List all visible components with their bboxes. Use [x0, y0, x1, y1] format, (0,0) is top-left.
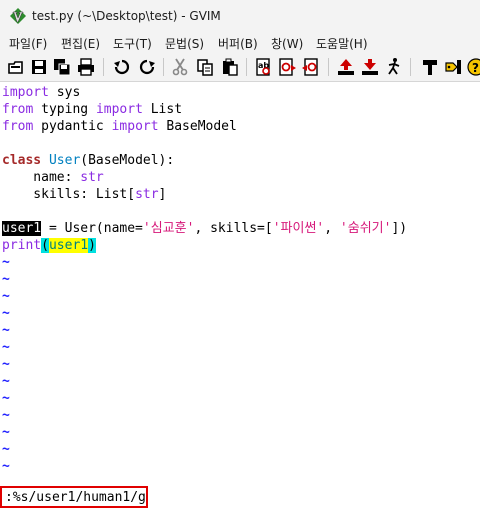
code-token: typing	[33, 102, 96, 117]
paste-icon[interactable]	[220, 57, 240, 77]
code-token: = User(name=	[41, 221, 143, 236]
editor-area[interactable]: import sys from typing import List from py…	[0, 82, 480, 510]
code-line[interactable]: from pydantic import BaseModel	[2, 118, 237, 135]
cut-icon[interactable]	[170, 57, 190, 77]
code-token: class	[2, 153, 42, 168]
redo-icon[interactable]	[137, 57, 157, 77]
toolbar-separator	[103, 58, 104, 76]
tilde-marker: ~	[2, 323, 10, 338]
tilde-marker: ~	[2, 425, 10, 440]
save-all-icon[interactable]	[52, 57, 72, 77]
tilde-marker: ~	[2, 374, 10, 389]
tilde-marker: ~	[2, 459, 10, 474]
code-token: import	[111, 119, 159, 134]
undo-icon[interactable]	[112, 57, 132, 77]
gvim-icon	[9, 7, 27, 25]
menu-tools[interactable]: 도구(T)	[113, 35, 152, 52]
code-line[interactable]: skills: List[str]	[2, 186, 166, 203]
svg-text:?: ?	[472, 61, 479, 75]
tilde-marker: ~	[2, 340, 10, 355]
code-token: print	[2, 238, 42, 253]
code-token: (BaseModel):	[80, 153, 175, 168]
load-session-icon[interactable]	[336, 57, 356, 77]
code-token: name:	[2, 170, 81, 185]
tilde-marker: ~	[2, 289, 10, 304]
tilde-marker: ~	[2, 408, 10, 423]
code-token: User	[48, 153, 81, 168]
help-icon[interactable]: ?	[466, 57, 480, 77]
menu-syntax[interactable]: 문법(S)	[165, 35, 204, 52]
run-ctags-icon[interactable]	[444, 57, 464, 77]
code-token: user1	[48, 238, 89, 253]
code-token: skills: List[	[2, 187, 136, 202]
code-token: , skills=[	[194, 221, 273, 236]
replace-icon[interactable]: ab	[253, 57, 273, 77]
code-token: '파이썬'	[272, 221, 325, 236]
save-session-icon[interactable]	[360, 57, 380, 77]
window-title: test.py (~\Desktop\test) - GVIM	[32, 9, 221, 23]
tilde-marker: ~	[2, 391, 10, 406]
command-line[interactable]: :%s/user1/human1/g	[0, 486, 148, 508]
code-token: from	[2, 102, 34, 117]
code-token: import	[2, 85, 49, 100]
code-token: from	[2, 119, 34, 134]
save-icon[interactable]	[29, 57, 49, 77]
menu-window[interactable]: 창(W)	[271, 35, 303, 52]
menu-edit[interactable]: 편집(E)	[61, 35, 100, 52]
code-token: )	[88, 238, 96, 253]
tilde-marker: ~	[2, 357, 10, 372]
code-token: ]	[158, 187, 167, 202]
code-token: str	[80, 170, 104, 185]
menu-bar: 파일(F) 편집(E) 도구(T) 문법(S) 버퍼(B) 창(W) 도움말(H…	[0, 33, 480, 53]
code-token: (	[41, 238, 49, 253]
code-token: user1	[2, 221, 42, 236]
code-token: BaseModel	[158, 119, 237, 134]
find-prev-icon[interactable]	[301, 57, 321, 77]
code-line[interactable]: print(user1)	[2, 237, 96, 254]
tilde-marker: ~	[2, 255, 10, 270]
code-token: pydantic	[33, 119, 112, 134]
code-token: sys	[48, 85, 81, 100]
menu-file[interactable]: 파일(F)	[9, 35, 47, 52]
open-icon[interactable]	[6, 57, 26, 77]
code-line[interactable]: user1 = User(name='심교훈', skills=['파이썬', …	[2, 220, 407, 237]
toolbar-separator	[246, 58, 247, 76]
tilde-marker: ~	[2, 272, 10, 287]
menu-help[interactable]: 도움말(H)	[316, 35, 368, 52]
code-line[interactable]: name: str	[2, 169, 104, 186]
toolbar-separator	[410, 58, 411, 76]
run-script-icon[interactable]	[384, 57, 404, 77]
code-token: ,	[324, 221, 340, 236]
tilde-marker: ~	[2, 306, 10, 321]
print-icon[interactable]	[76, 57, 96, 77]
command-text[interactable]: :%s/user1/human1/g	[5, 490, 146, 505]
code-token: str	[135, 187, 159, 202]
copy-icon[interactable]	[195, 57, 215, 77]
code-line[interactable]: class User(BaseModel):	[2, 152, 174, 169]
toolbar-separator	[163, 58, 164, 76]
code-token: ])	[391, 221, 408, 236]
code-token: '숨쉬기'	[339, 221, 392, 236]
menu-buffers[interactable]: 버퍼(B)	[218, 35, 258, 52]
toolbar-separator	[328, 58, 329, 76]
title-bar: test.py (~\Desktop\test) - GVIM	[0, 0, 480, 33]
toolbar: ab ?	[0, 53, 480, 82]
code-line[interactable]: import sys	[2, 84, 80, 101]
code-token: List	[142, 102, 183, 117]
code-token: import	[95, 102, 143, 117]
find-next-icon[interactable]	[277, 57, 297, 77]
make-icon[interactable]	[420, 57, 440, 77]
tilde-marker: ~	[2, 442, 10, 457]
code-token: '심교훈'	[142, 221, 195, 236]
code-line[interactable]: from typing import List	[2, 101, 182, 118]
